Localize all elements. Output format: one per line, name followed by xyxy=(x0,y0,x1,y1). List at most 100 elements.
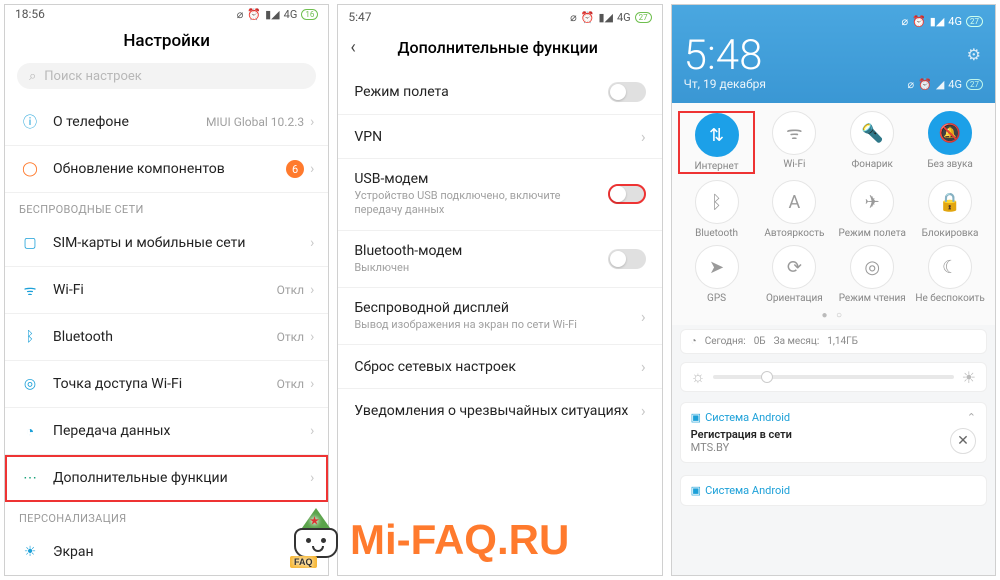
chevron-right-icon: › xyxy=(641,401,646,420)
qs-tile-без-звука[interactable]: 🔕Без звука xyxy=(911,111,989,174)
settings-gear-icon[interactable]: ⚙ xyxy=(967,45,981,64)
pager-dots: ● ○ xyxy=(672,308,995,325)
network-label: 4G xyxy=(948,15,962,28)
qs-tile-icon[interactable]: ᛒ xyxy=(695,180,739,224)
row-label: Экран xyxy=(53,544,310,560)
qs-tile-блокировка[interactable]: 🔒Блокировка xyxy=(911,180,989,239)
row-usb-tether[interactable]: USB-модем Устройство USB подключено, вкл… xyxy=(338,159,661,231)
qs-tile-icon[interactable]: ☾ xyxy=(928,245,972,289)
row-hotspot[interactable]: ◎ Точка доступа Wi-Fi Откл › xyxy=(5,361,328,408)
usage-today-label: Сегодня: xyxy=(705,336,746,347)
status-bar: 18:56 ⌀ ⏰ ▮◢ 4G 16 xyxy=(5,5,328,23)
chevron-right-icon: › xyxy=(310,470,314,486)
qs-tile-wi-fi[interactable]: ᯤWi-Fi xyxy=(755,111,833,174)
signal-icon: ◢ xyxy=(936,78,944,91)
row-sim[interactable]: ▢ SIM-карты и мобильные сети › xyxy=(5,220,328,267)
gauge-icon: ◔ xyxy=(691,336,697,347)
brightness-track[interactable] xyxy=(713,375,953,379)
chevron-right-icon: › xyxy=(310,376,314,392)
notification-card[interactable]: ▣ Система Android ⌃ Регистрация в сети M… xyxy=(680,402,987,463)
qs-tile-icon[interactable]: 🔒 xyxy=(928,180,972,224)
row-more-functions[interactable]: ⋯ Дополнительные функции › xyxy=(5,455,328,502)
notification-dismiss-button[interactable]: ✕ xyxy=(950,428,976,454)
row-airplane[interactable]: Режим полета xyxy=(338,70,661,115)
row-update[interactable]: ◯ Обновление компонентов 6 › xyxy=(5,146,328,193)
page-title: Настройки xyxy=(5,23,328,63)
qs-tile-label: Режим полета xyxy=(838,228,905,239)
row-label: Обновление компонентов xyxy=(53,161,286,177)
chevron-right-icon: › xyxy=(310,282,314,298)
row-wireless-display[interactable]: Беспроводной дисплей Вывод изображения н… xyxy=(338,288,661,345)
chevron-right-icon: › xyxy=(310,423,314,439)
signal-icon: ▮◢ xyxy=(930,15,945,28)
qs-tile-icon[interactable]: ➤ xyxy=(695,245,739,289)
row-bt-tether[interactable]: Bluetooth-модем Выключен xyxy=(338,231,661,288)
battery-icon: 27 xyxy=(966,79,983,90)
brightness-slider[interactable]: ☼ ☀ xyxy=(680,362,987,392)
data-usage-bar[interactable]: ◔ Сегодня: 0Б За месяц: 1,14ГБ xyxy=(680,329,987,354)
airplane-toggle[interactable] xyxy=(608,82,646,102)
qs-tile-label: Интернет xyxy=(695,161,739,172)
qs-tile-gps[interactable]: ➤GPS xyxy=(678,245,756,304)
back-button[interactable]: ‹ xyxy=(350,37,355,58)
status-bar: ⌀ ⏰ ▮◢ 4G 27 xyxy=(684,9,983,33)
qs-tile-ориентация[interactable]: ⟳Ориентация xyxy=(755,245,833,304)
qs-tile-icon[interactable]: ✈ xyxy=(850,180,894,224)
row-reset-network[interactable]: Сброс сетевых настроек › xyxy=(338,345,661,389)
shade-time: 5:48 xyxy=(684,35,983,77)
chevron-right-icon: › xyxy=(310,161,314,177)
row-display[interactable]: ☀ Экран › xyxy=(5,529,328,575)
search-input[interactable]: ⌕ Поиск настроек xyxy=(17,63,316,89)
row-wifi[interactable]: ᯤ Wi-Fi Откл › xyxy=(5,267,328,314)
usb-tether-toggle[interactable] xyxy=(608,184,646,204)
qs-tile-bluetooth[interactable]: ᛒBluetooth xyxy=(678,180,756,239)
update-icon: ◯ xyxy=(19,158,41,180)
row-label: Wi-Fi xyxy=(53,282,277,298)
qs-tile-режим-чтения[interactable]: ◎Режим чтения xyxy=(833,245,911,304)
qs-tile-icon[interactable]: ◎ xyxy=(850,245,894,289)
brightness-thumb[interactable] xyxy=(761,371,773,383)
android-icon: ▣ xyxy=(691,484,701,497)
row-label: Дополнительные функции xyxy=(53,470,310,486)
battery-icon: 27 xyxy=(635,12,652,23)
android-icon: ▣ xyxy=(691,411,701,424)
chevron-right-icon: › xyxy=(641,307,646,326)
row-value: Откл xyxy=(277,377,304,391)
header: ‹ Дополнительные функции xyxy=(338,29,661,70)
qs-tile-не-беспокоить[interactable]: ☾Не беспокоить xyxy=(911,245,989,304)
chevron-right-icon: › xyxy=(310,544,314,560)
qs-tile-режим-полета[interactable]: ✈ Режим полета xyxy=(833,180,911,239)
row-data-usage[interactable]: ◔ Передача данных › xyxy=(5,408,328,455)
chevron-right-icon: › xyxy=(310,114,314,130)
qs-tile-icon[interactable]: ᯤ xyxy=(772,111,816,155)
row-bluetooth[interactable]: ᛒ Bluetooth Откл › xyxy=(5,314,328,361)
qs-tile-автояркость[interactable]: AАвтояркость xyxy=(755,180,833,239)
notification-source: Система Android xyxy=(705,484,790,497)
page-title: Дополнительные функции xyxy=(366,38,630,57)
section-personalization: ПЕРСОНАЛИЗАЦИЯ xyxy=(5,502,328,529)
qs-tile-icon[interactable]: 🔦 xyxy=(850,111,894,155)
qs-tile-icon[interactable]: ⇅ xyxy=(695,113,739,157)
notification-shade: ⌀ ⏰ ▮◢ 4G 27 5:48 Чт, 19 декабря ⌀ ⏰ ◢ 4… xyxy=(671,4,996,576)
qs-tile-icon[interactable]: 🔕 xyxy=(928,111,972,155)
row-value: Откл xyxy=(277,283,304,297)
dnd-icon: ⌀ xyxy=(908,78,915,91)
row-emergency-alerts[interactable]: Уведомления о чрезвычайных ситуациях › xyxy=(338,389,661,432)
qs-tile-интернет[interactable]: ⇅ Интернет xyxy=(678,111,756,174)
section-wireless: БЕСПРОВОДНЫЕ СЕТИ xyxy=(5,193,328,220)
row-about-phone[interactable]: ⓘ О телефоне MIUI Global 10.2.3 › xyxy=(5,99,328,146)
bt-tether-toggle[interactable] xyxy=(608,249,646,269)
shade-header: ⌀ ⏰ ▮◢ 4G 27 5:48 Чт, 19 декабря ⌀ ⏰ ◢ 4… xyxy=(672,5,995,103)
sim-icon: ▢ xyxy=(19,232,41,254)
notification-card[interactable]: ▣ Система Android xyxy=(680,475,987,506)
network-label: 4G xyxy=(617,11,631,24)
battery-icon: 16 xyxy=(301,9,318,20)
qs-tile-фонарик[interactable]: 🔦Фонарик xyxy=(833,111,911,174)
qs-tile-icon[interactable]: ⟳ xyxy=(772,245,816,289)
update-badge: 6 xyxy=(286,160,304,178)
chevron-up-icon[interactable]: ⌃ xyxy=(967,411,976,424)
notification-source: Система Android xyxy=(705,411,790,424)
qs-tile-icon[interactable]: A xyxy=(772,180,816,224)
row-vpn[interactable]: VPN › xyxy=(338,115,661,159)
wifi-icon: ᯤ xyxy=(19,279,41,301)
